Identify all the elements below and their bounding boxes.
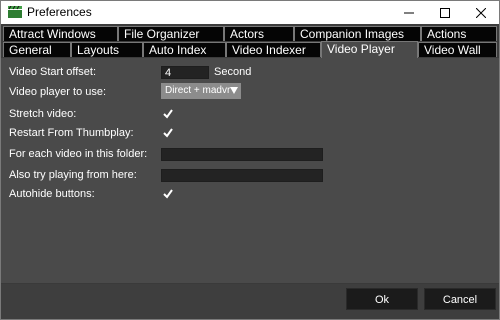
start-offset-input[interactable]: 4 — [161, 66, 209, 79]
dialog-footer: Ok Cancel — [1, 283, 499, 319]
tab-general[interactable]: General — [3, 42, 71, 57]
maximize-button[interactable] — [427, 1, 463, 24]
tab-video-wall[interactable]: Video Wall — [418, 42, 497, 57]
tab-attract-windows[interactable]: Attract Windows — [3, 26, 118, 41]
minimize-icon — [404, 12, 414, 13]
checkmark-icon — [163, 128, 173, 138]
dropdown-caret-icon — [230, 87, 238, 94]
player-select-value: Direct + madvr — [165, 85, 231, 96]
also-try-label: Also try playing from here: — [9, 169, 137, 181]
checkmark-icon — [163, 189, 173, 199]
cancel-button[interactable]: Cancel — [424, 288, 496, 310]
each-video-input[interactable] — [161, 148, 323, 161]
clapperboard-icon — [8, 6, 22, 18]
tab-file-organizer[interactable]: File Organizer — [118, 26, 224, 41]
player-label: Video player to use: — [9, 86, 107, 98]
preferences-window: Preferences Attract Windows File Organiz… — [0, 0, 500, 320]
window-title: Preferences — [27, 5, 92, 19]
video-player-panel: Video Start offset: 4 Second Video playe… — [1, 59, 499, 283]
stretch-label: Stretch video: — [9, 108, 77, 120]
tab-video-indexer[interactable]: Video Indexer — [226, 42, 321, 57]
autohide-checkbox[interactable] — [163, 189, 173, 199]
also-try-input[interactable] — [161, 169, 323, 182]
tab-actors[interactable]: Actors — [224, 26, 294, 41]
tab-auto-index[interactable]: Auto Index — [143, 42, 226, 57]
close-button[interactable] — [463, 1, 499, 24]
tab-video-player[interactable]: Video Player — [321, 41, 418, 58]
tab-actions[interactable]: Actions — [421, 26, 497, 41]
restart-checkbox[interactable] — [163, 128, 173, 138]
maximize-icon — [440, 7, 450, 18]
each-video-label: For each video in this folder: — [9, 148, 148, 160]
title-bar: Preferences — [1, 1, 499, 24]
restart-label: Restart From Thumbplay: — [9, 127, 134, 139]
start-offset-label: Video Start offset: — [9, 66, 97, 78]
player-select[interactable]: Direct + madvr — [161, 83, 241, 99]
checkmark-icon — [163, 109, 173, 119]
start-offset-unit: Second — [214, 66, 252, 78]
tab-companion-images[interactable]: Companion Images — [294, 26, 421, 41]
tab-strip: Attract Windows File Organizer Actors Co… — [1, 24, 499, 58]
autohide-label: Autohide buttons: — [9, 188, 95, 200]
tab-layouts[interactable]: Layouts — [71, 42, 143, 57]
ok-button[interactable]: Ok — [346, 288, 418, 310]
stretch-checkbox[interactable] — [163, 109, 173, 119]
minimize-button[interactable] — [391, 1, 427, 24]
close-icon — [476, 7, 486, 18]
